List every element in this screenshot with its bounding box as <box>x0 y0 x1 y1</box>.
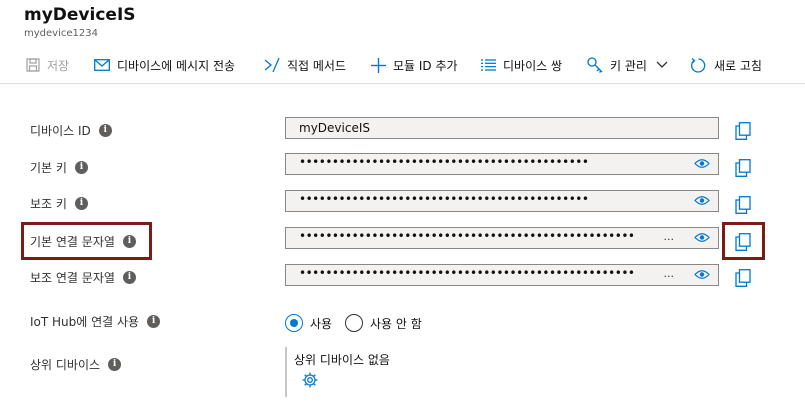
info-icon[interactable]: i <box>98 124 112 137</box>
key-management-button[interactable]: 키 관리 <box>587 47 668 83</box>
primary-connection-string-field[interactable]: ••••••••••••••••••••••••••••••••••••••••… <box>285 227 719 249</box>
add-module-id-button[interactable]: 모듈 ID 추가 <box>371 47 458 83</box>
radio-disable[interactable]: 사용 안 함 <box>345 314 422 332</box>
secondary-connection-string-label: 보조 연결 문자열 i <box>30 269 136 286</box>
secondary-key-label: 보조 키 i <box>30 195 88 212</box>
chevron-down-icon <box>656 61 668 68</box>
key-management-label: 키 관리 <box>610 58 647 73</box>
primary-key-label: 기본 키 i <box>30 159 88 176</box>
radio-disable-indicator[interactable] <box>345 314 363 332</box>
iot-hub-connection-label: IoT Hub에 연결 사용 i <box>30 313 161 330</box>
copy-icon[interactable] <box>735 122 751 140</box>
key-icon <box>587 57 603 73</box>
parent-device-section: 상위 디바이스 없음 <box>285 347 487 397</box>
eye-icon[interactable] <box>694 158 710 169</box>
info-icon[interactable]: i <box>74 161 88 174</box>
eye-icon[interactable] <box>694 269 710 280</box>
radio-enable[interactable]: 사용 <box>285 314 332 332</box>
add-module-id-label: 모듈 ID 추가 <box>393 58 458 73</box>
radio-enable-indicator[interactable] <box>285 314 303 332</box>
save-icon <box>26 58 40 72</box>
send-message-button[interactable]: 디바이스에 메시지 전송 <box>94 47 235 83</box>
device-twin-label: 디바이스 쌍 <box>503 58 563 73</box>
secondary-key-field[interactable]: ••••••••••••••••••••••••••••••••••••••••… <box>285 190 719 212</box>
copy-icon[interactable] <box>735 196 751 214</box>
device-id-field[interactable]: myDeviceIS <box>285 117 719 139</box>
plus-icon <box>371 57 386 73</box>
info-icon[interactable]: i <box>108 358 122 371</box>
device-twin-button[interactable]: 디바이스 쌍 <box>481 47 562 83</box>
refresh-button[interactable]: 새로 고침 <box>690 47 762 83</box>
copy-icon[interactable] <box>735 159 751 177</box>
info-icon[interactable]: i <box>122 271 136 284</box>
copy-icon[interactable] <box>735 269 751 287</box>
command-bar: 저장 디바이스에 메시지 전송 직접 메서드 모듈 ID 추가 디바이스 쌍 키… <box>0 47 805 84</box>
save-label: 저장 <box>47 58 70 73</box>
list-icon <box>481 59 496 71</box>
primary-key-field[interactable]: ••••••••••••••••••••••••••••••••••••••••… <box>285 153 719 175</box>
direct-method-button[interactable]: 직접 메서드 <box>264 47 346 83</box>
page-subtitle: mydevice1234 <box>24 28 98 39</box>
direct-method-icon <box>264 57 280 73</box>
info-icon[interactable]: i <box>147 315 161 328</box>
mail-icon <box>94 59 110 71</box>
highlight-box-label <box>21 222 152 260</box>
send-message-label: 디바이스에 메시지 전송 <box>117 58 236 73</box>
info-icon[interactable]: i <box>74 197 88 210</box>
eye-icon[interactable] <box>694 195 710 206</box>
parent-device-label: 상위 디바이스 i <box>30 356 122 373</box>
save-button[interactable]: 저장 <box>26 47 69 83</box>
secondary-connection-string-field[interactable]: ••••••••••••••••••••••••••••••••••••••••… <box>285 264 719 286</box>
direct-method-label: 직접 메서드 <box>287 58 347 73</box>
parent-device-value: 상위 디바이스 없음 <box>294 353 390 367</box>
refresh-label: 새로 고침 <box>714 58 762 73</box>
refresh-icon <box>691 57 706 73</box>
gear-icon[interactable] <box>302 372 318 388</box>
highlight-box-copy <box>722 222 765 260</box>
page-title: myDeviceIS <box>24 5 136 25</box>
device-id-label: 디바이스 ID i <box>30 122 112 139</box>
eye-icon[interactable] <box>694 232 710 243</box>
